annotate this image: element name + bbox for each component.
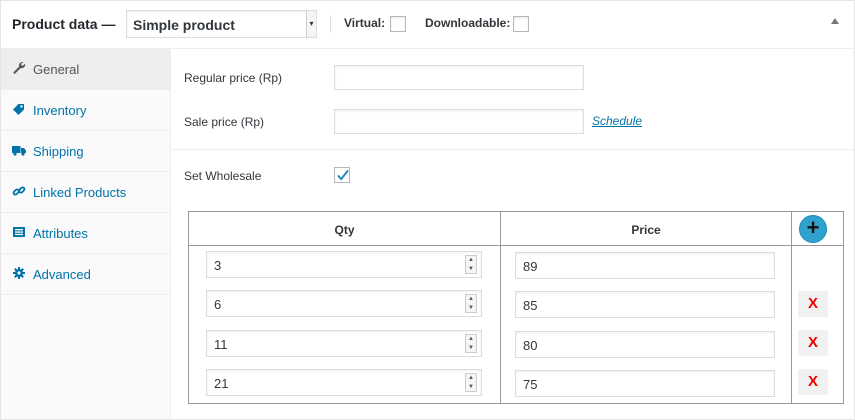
tab-inventory-label: Inventory — [33, 103, 87, 118]
qty-input[interactable]: 21 ▲ ▼ — [206, 369, 482, 396]
price-value: 75 — [523, 377, 538, 392]
sale-price-label: Sale price (Rp) — [184, 115, 265, 129]
virtual-label: Virtual: — [344, 16, 386, 30]
number-spinner-icon[interactable]: ▲ ▼ — [465, 294, 477, 313]
downloadable-label: Downloadable: — [425, 16, 511, 30]
column-divider — [500, 212, 501, 403]
qty-input[interactable]: 3 ▲ ▼ — [206, 251, 482, 278]
set-wholesale-label: Set Wholesale — [184, 169, 262, 183]
qty-value: 11 — [214, 337, 228, 352]
price-input[interactable]: 85 — [515, 291, 775, 318]
tab-general[interactable]: General — [1, 49, 170, 90]
price-value: 80 — [523, 338, 538, 353]
tab-linked-products-label: Linked Products — [33, 185, 127, 200]
tab-attributes-label: Attributes — [33, 226, 88, 241]
price-column-header: Price — [631, 223, 661, 237]
panel-title: Product data — — [12, 16, 116, 32]
product-type-select[interactable]: Simple product ▾ — [126, 10, 317, 38]
set-wholesale-checkbox[interactable] — [334, 167, 350, 183]
add-row-button[interactable]: + — [799, 215, 827, 243]
tab-general-label: General — [33, 62, 80, 77]
price-value: 85 — [523, 298, 538, 313]
product-data-panel: Product data — Simple product ▾ Virtual:… — [0, 0, 855, 420]
truck-icon — [12, 146, 26, 156]
tab-inventory[interactable]: Inventory — [1, 90, 170, 131]
qty-value: 21 — [214, 376, 229, 391]
number-spinner-icon[interactable]: ▲ ▼ — [465, 373, 477, 392]
tab-attributes[interactable]: Attributes — [1, 213, 170, 254]
regular-price-label: Regular price (Rp) — [184, 71, 283, 85]
price-input[interactable]: 80 — [515, 331, 775, 358]
virtual-checkbox[interactable] — [390, 16, 406, 32]
link-icon — [12, 186, 26, 196]
gear-icon — [13, 267, 25, 279]
delete-row-button[interactable]: X — [798, 369, 828, 395]
sale-price-input[interactable] — [334, 109, 584, 134]
column-divider — [791, 212, 792, 403]
regular-price-input[interactable] — [334, 65, 584, 90]
checkmark-icon — [337, 169, 349, 181]
price-value: 89 — [523, 259, 538, 274]
schedule-link[interactable]: Schedule — [592, 114, 642, 128]
qty-value: 3 — [214, 258, 222, 273]
number-spinner-icon[interactable]: ▲ ▼ — [465, 255, 477, 274]
product-data-tabs: General Inventory Shipping Linked Produc… — [1, 49, 171, 419]
delete-row-button[interactable]: X — [798, 291, 828, 317]
price-input[interactable]: 89 — [515, 252, 775, 279]
number-spinner-icon[interactable]: ▲ ▼ — [465, 334, 477, 353]
tab-linked-products[interactable]: Linked Products — [1, 172, 170, 213]
tag-icon — [13, 104, 24, 115]
wrench-icon — [13, 62, 26, 74]
tab-advanced[interactable]: Advanced — [1, 254, 170, 295]
section-divider — [172, 149, 854, 150]
select-arrow-icon: ▾ — [306, 11, 316, 37]
collapse-arrow-icon[interactable] — [831, 18, 839, 24]
list-icon — [13, 227, 25, 237]
qty-value: 6 — [214, 297, 222, 312]
qty-column-header: Qty — [334, 223, 355, 237]
price-input[interactable]: 75 — [515, 370, 775, 397]
tab-shipping-label: Shipping — [33, 144, 84, 159]
product-data-header: Product data — Simple product ▾ Virtual:… — [1, 1, 854, 49]
qty-input[interactable]: 6 ▲ ▼ — [206, 290, 482, 317]
downloadable-checkbox[interactable] — [513, 16, 529, 32]
tab-shipping[interactable]: Shipping — [1, 131, 170, 172]
qty-input[interactable]: 11 ▲ ▼ — [206, 330, 482, 357]
header-divider — [189, 245, 843, 246]
product-type-value: Simple product — [133, 17, 235, 33]
delete-row-button[interactable]: X — [798, 330, 828, 356]
tab-advanced-label: Advanced — [33, 267, 91, 282]
header-divider — [330, 15, 331, 33]
